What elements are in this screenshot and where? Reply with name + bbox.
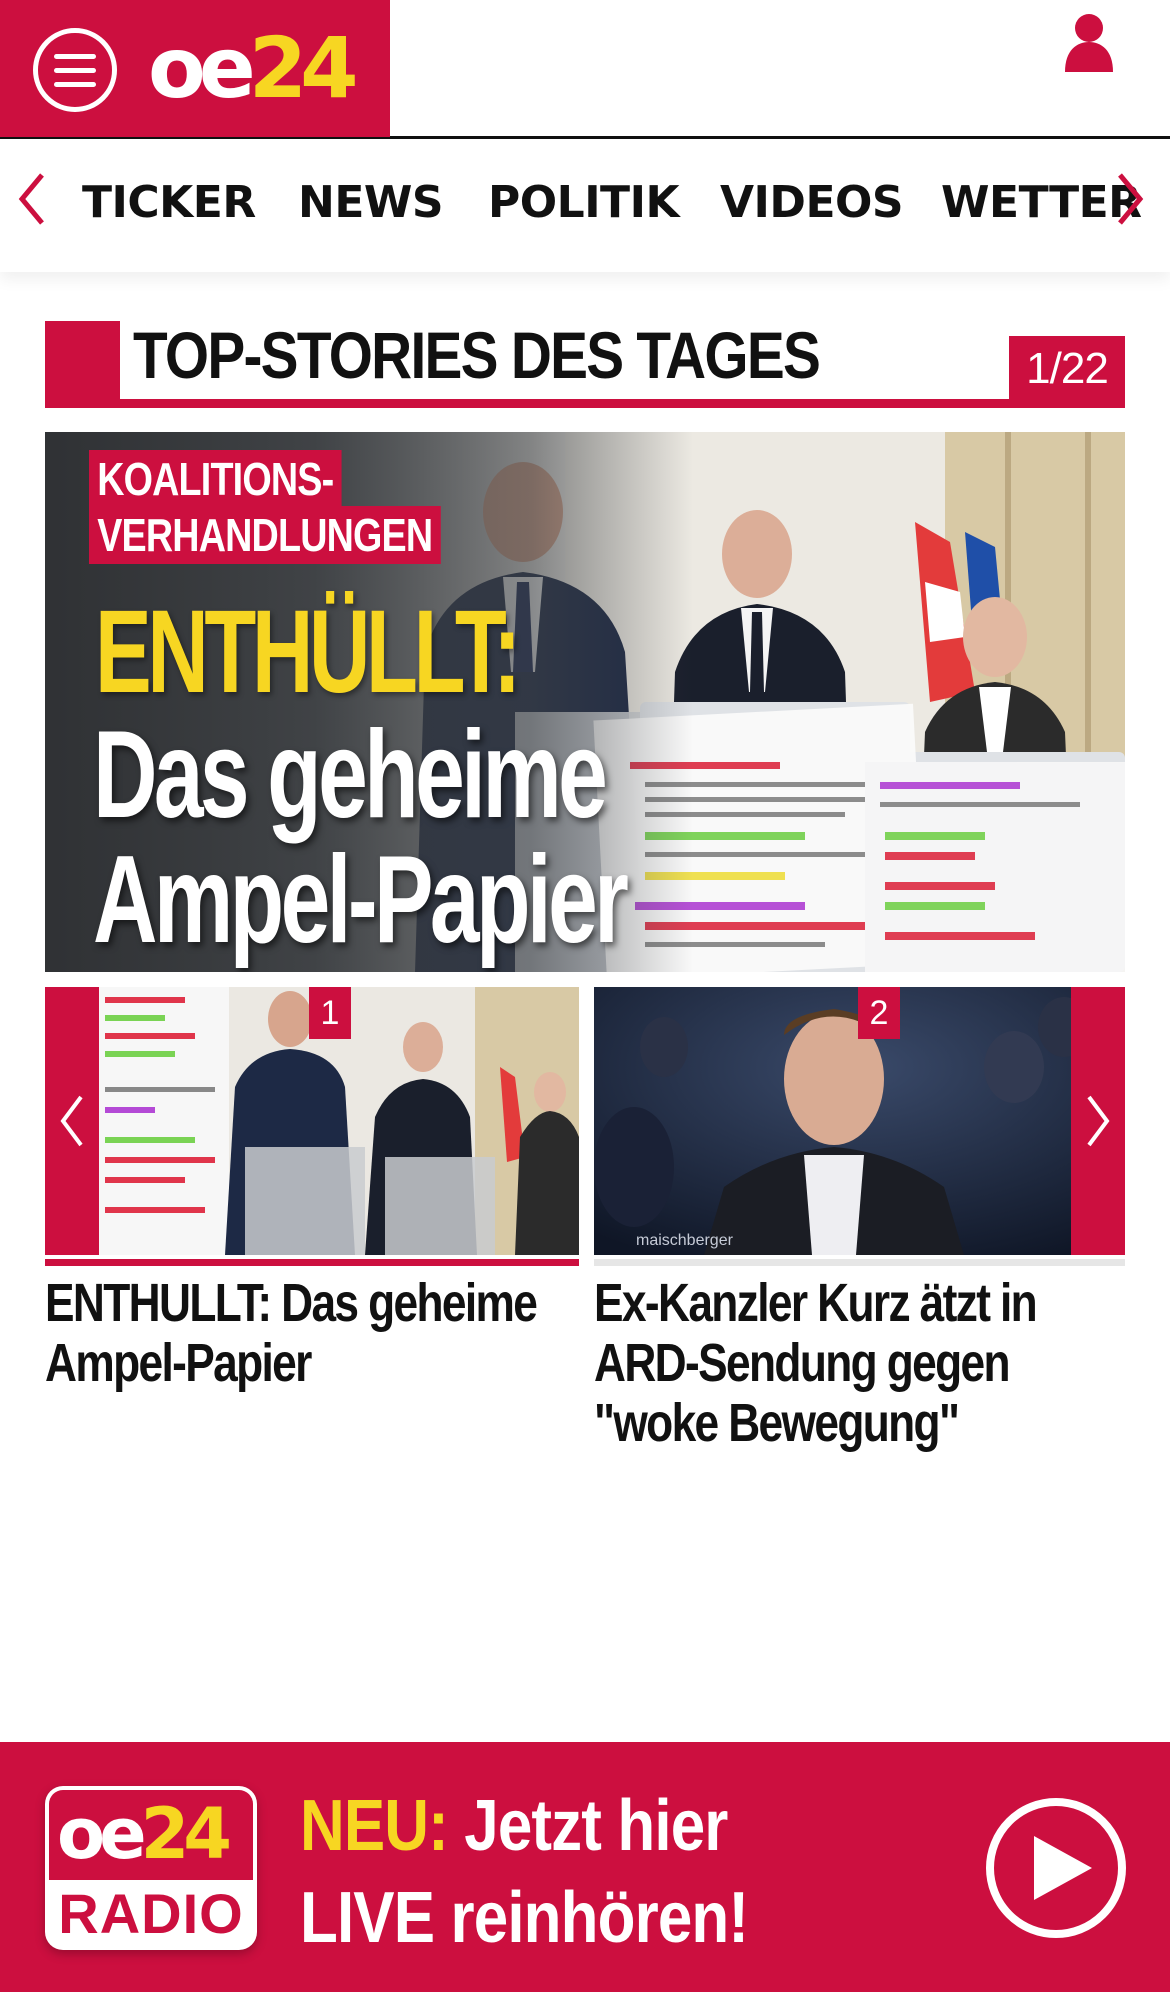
site-logo[interactable]: oe24 bbox=[148, 20, 359, 116]
slide-number-badge: 1 bbox=[309, 987, 351, 1039]
slide-2-caption[interactable]: Ex-Kanzler Kurz ätzt in ARD-Sendung gege… bbox=[594, 1273, 1135, 1453]
slide-number-badge: 2 bbox=[858, 987, 900, 1039]
user-icon[interactable] bbox=[1063, 12, 1115, 72]
radio-banner[interactable]: oe24 RADIO NEU: Jetzt hier LIVE reinhöre… bbox=[0, 1742, 1170, 1992]
story-carousel: 1 maischberger 2 bbox=[45, 987, 1125, 1267]
chevron-left-icon bbox=[60, 1095, 83, 1147]
slide-1-caption[interactable]: ENTHULLT: Das geheime Ampel-Papier bbox=[45, 1273, 570, 1393]
site-header: oe24 bbox=[0, 0, 1170, 139]
radio-logo-mark: oe24 bbox=[57, 1793, 232, 1875]
radio-logo: oe24 RADIO bbox=[45, 1786, 257, 1950]
carousel-next-button[interactable] bbox=[1071, 987, 1125, 1255]
radio-neu-label: NEU: bbox=[300, 1786, 449, 1866]
hero-headline-highlight: ENTHÜLLT: bbox=[95, 586, 521, 718]
nav-item-ticker[interactable]: TICKER bbox=[82, 177, 256, 229]
section-nav: TICKER NEWS POLITIK VIDEOS WETTER bbox=[0, 139, 1170, 272]
radio-logo-label: RADIO bbox=[58, 1882, 244, 1945]
hero-kicker-line2: VERHANDLUNGEN bbox=[89, 506, 441, 564]
play-icon bbox=[1034, 1836, 1092, 1900]
hero-headline-line1: Das geheime bbox=[93, 706, 608, 844]
radio-logo-top: oe24 bbox=[49, 1790, 253, 1880]
chevron-left-icon[interactable] bbox=[14, 169, 50, 229]
brand-box: oe24 bbox=[0, 0, 390, 137]
heading-accent-block bbox=[45, 321, 120, 408]
story-counter: 1/22 bbox=[1009, 336, 1125, 402]
hero-story[interactable]: KOALITIONS- VERHANDLUNGEN ENTHÜLLT: Das … bbox=[45, 432, 1125, 972]
radio-promo-text: NEU: Jetzt hier LIVE reinhören! bbox=[300, 1780, 749, 1964]
radio-line1: Jetzt hier bbox=[464, 1786, 728, 1866]
hero-headline-line2: Ampel-Papier bbox=[93, 831, 629, 969]
nav-item-videos[interactable]: VIDEOS bbox=[720, 177, 904, 229]
radio-line2: LIVE reinhören! bbox=[300, 1878, 749, 1958]
play-button[interactable] bbox=[986, 1798, 1126, 1938]
chevron-right-icon bbox=[1087, 1095, 1110, 1147]
carousel-slide-2[interactable]: maischberger 2 bbox=[594, 987, 1125, 1255]
hero-kicker-line1: KOALITIONS- bbox=[89, 450, 342, 508]
top-stories-header: TOP-STORIES DES TAGES 1/22 bbox=[45, 318, 1125, 408]
heading-underline bbox=[45, 399, 1125, 408]
chevron-right-icon[interactable] bbox=[1112, 169, 1148, 229]
slide-2-watermark: maischberger bbox=[636, 1232, 734, 1249]
slide-2-progress bbox=[594, 1259, 1125, 1266]
section-title: TOP-STORIES DES TAGES bbox=[133, 318, 821, 392]
slide-1-progress bbox=[45, 1259, 579, 1266]
nav-item-politik[interactable]: POLITIK bbox=[488, 177, 680, 229]
carousel-prev-button[interactable] bbox=[45, 987, 99, 1255]
carousel-slide-1[interactable]: 1 bbox=[45, 987, 579, 1255]
nav-item-news[interactable]: NEWS bbox=[298, 177, 444, 229]
hamburger-menu-icon[interactable] bbox=[33, 28, 117, 112]
